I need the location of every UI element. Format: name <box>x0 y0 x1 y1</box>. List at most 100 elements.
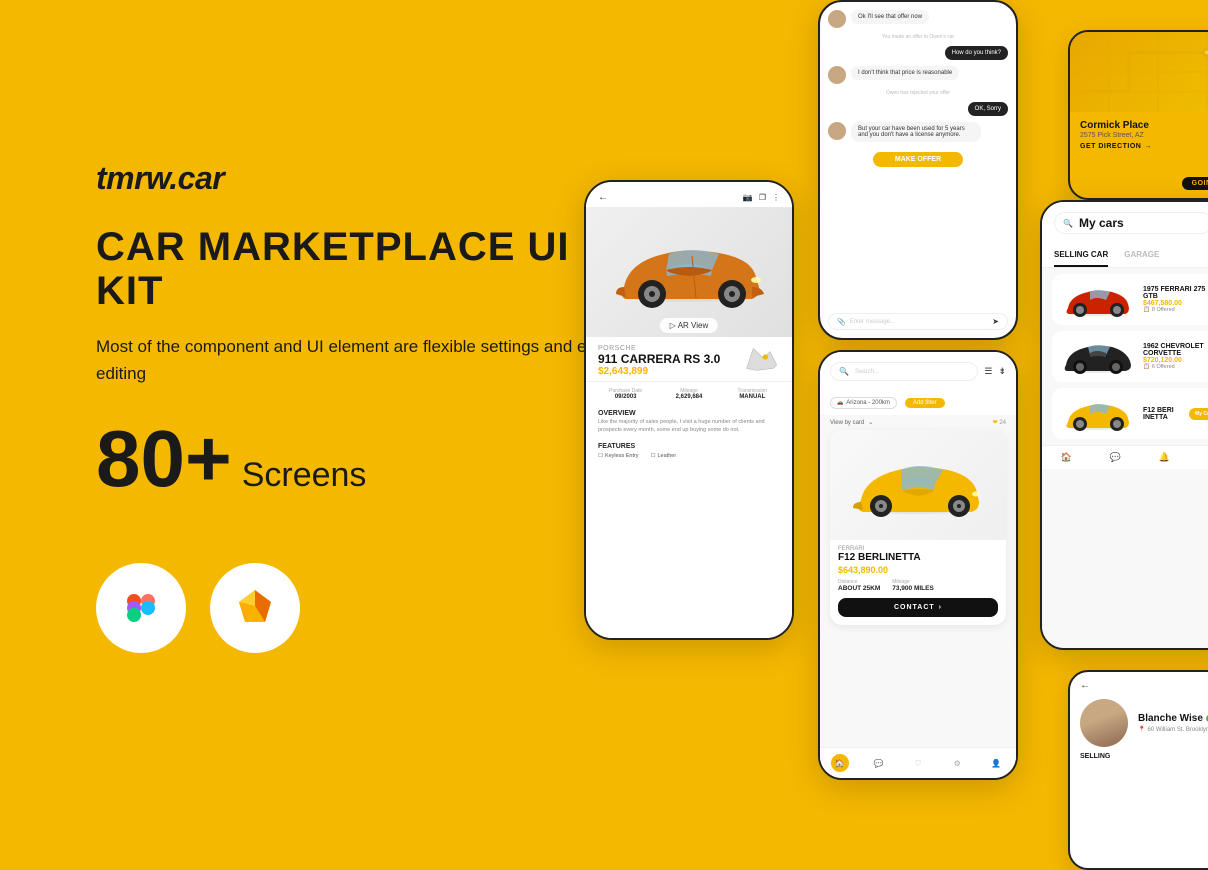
direction-info: Cormick Place 2575 Pick Street, AZ GET D… <box>1070 112 1208 158</box>
phone-my-cars: 🔍 My cars ⚙ SELLING CAR GARAGE <box>1040 200 1208 650</box>
location-filter[interactable]: 🚗 Arizona - 200km <box>830 397 897 409</box>
sketch-icon <box>233 586 277 630</box>
phone-listing: 🔍 Search... ☰ ⇟ 🚗 Arizona - 200km Add fi… <box>818 350 1018 780</box>
my-car-price-2: $720,120.00 <box>1143 357 1208 364</box>
car-overview: OVERVIEW Like the majority of sales peop… <box>586 406 792 438</box>
listing-count: ❤ 24 <box>993 419 1006 426</box>
car-listing-card[interactable]: FERRARI F12 BERLINETTA $643,890.00 Dista… <box>830 430 1006 625</box>
kit-title: CAR MARKETPLACE UI KIT <box>96 225 616 313</box>
get-direction-button[interactable]: GET DIRECTION → <box>1080 143 1208 150</box>
chat-bubble-3: But your car have been used for 5 years … <box>851 122 981 142</box>
ferrari-f12-image <box>843 450 993 520</box>
stat-mileage: Mileage 73,900 MILES <box>892 579 934 592</box>
add-filter-button[interactable]: Add filter <box>905 398 945 408</box>
car-image-area: ▷ AR View <box>586 207 792 337</box>
mycars-nav-home[interactable]: 🏠 <box>1061 452 1072 463</box>
chat-system-2: Owen has rejected your offer <box>828 90 1008 96</box>
back-arrow-icon[interactable]: ← <box>1080 680 1090 691</box>
chat-input-field[interactable]: Enter message... <box>850 319 989 325</box>
my-car-item-2[interactable]: 1962 CHEVROLET CORVETTE $720,120.00 📋 6 … <box>1052 331 1208 382</box>
car-info: PORSCHE 911 CARRERA RS 3.0 $2,643,899 <box>586 337 792 377</box>
feature-keyless: ☐Keyless Entry <box>598 453 639 459</box>
profile-avatar <box>1080 699 1128 747</box>
mycars-nav-chat[interactable]: 💬 <box>1110 452 1121 463</box>
nav-settings[interactable]: ⚙ <box>948 754 966 772</box>
chat-avatar-2 <box>828 66 846 84</box>
filter-icon[interactable]: ☰ <box>984 366 992 377</box>
ferrari-275-image <box>1060 282 1135 317</box>
listing-header: 🔍 Search... ☰ ⇟ <box>820 352 1016 391</box>
phone-chat: Ok I'll see that offer now You made an o… <box>818 0 1018 340</box>
my-car-offers-1: 📋 8 Offered <box>1143 307 1208 313</box>
profile-selling-label: SELLING <box>1070 753 1208 760</box>
mycars-title: My cars <box>1079 216 1124 230</box>
share-icon[interactable]: ⇟ <box>998 366 1006 377</box>
tool-icons <box>96 563 616 653</box>
my-car-name-1: 1975 FERRARI 275 GTB <box>1143 286 1208 300</box>
figma-icon <box>119 586 163 630</box>
chat-avatar-3 <box>828 122 846 140</box>
listing-filter: 🚗 Arizona - 200km Add filter <box>820 391 1016 415</box>
sketch-logo-circle <box>210 563 300 653</box>
profile-name: Blanche Wise <box>1138 713 1208 724</box>
direction-card: 2 Cormick Place 2575 Pick Street, AZ GET… <box>1068 30 1208 200</box>
nav-profile[interactable]: 👤 <box>987 754 1005 772</box>
profile-location: 📍 60 William St. Brooklyn, NY 1 <box>1138 726 1208 733</box>
nav-favorites[interactable]: ♡ <box>909 754 927 772</box>
send-icon[interactable]: ➤ <box>992 317 999 326</box>
my-car-info-2: 1962 CHEVROLET CORVETTE $720,120.00 📋 6 … <box>1143 343 1208 370</box>
my-cars-button[interactable]: My Ca... <box>1189 408 1208 420</box>
search-input[interactable]: Search... <box>855 369 879 375</box>
chat-message-received-3: But your car have been used for 5 years … <box>828 122 1008 142</box>
make-offer-button[interactable]: MAKE OFFER <box>873 152 963 167</box>
car-features: FEATURES ☐Keyless Entry ☐Leather <box>586 439 792 463</box>
settings-icon: ⚙ <box>954 759 961 768</box>
messages-icon: 💬 <box>874 759 884 768</box>
profile-content: Blanche Wise 📍 60 William St. Brooklyn, … <box>1070 699 1208 747</box>
view-by-selector[interactable]: View by card ⌄ ❤ 24 <box>820 415 1016 430</box>
chat-message-sent-2: OK, Sorry <box>828 102 1008 116</box>
corvette-image <box>1060 339 1135 374</box>
chat-bubble-sent-2: OK, Sorry <box>968 102 1008 116</box>
spec-transmission: Transmission MANUAL <box>725 388 780 400</box>
mycars-search-icon[interactable]: 🔍 <box>1063 219 1073 228</box>
feature-leather: ☐Leather <box>651 453 677 459</box>
nav-market[interactable]: 🏠 <box>831 754 849 772</box>
brand-title: tmrw.car <box>96 160 616 197</box>
contact-button[interactable]: CONTACT › <box>838 598 998 617</box>
profile-icon: 👤 <box>991 759 1001 768</box>
listing-content: 🔍 Search... ☰ ⇟ 🚗 Arizona - 200km Add fi… <box>820 352 1016 778</box>
chat-bubble-2: I don't think that price is reasonable <box>851 66 959 80</box>
location-pin-icon: 📍 <box>1138 726 1145 733</box>
profile-header: ← <box>1070 672 1208 699</box>
nav-messages[interactable]: 💬 <box>870 754 888 772</box>
chat-input-area[interactable]: 📎 Enter message... ➤ <box>828 313 1008 330</box>
porsche-car-image <box>604 232 774 312</box>
paperclip-icon: 📎 <box>837 318 846 326</box>
ar-view-button[interactable]: ▷ AR View <box>660 318 718 333</box>
my-car-info-1: 1975 FERRARI 275 GTB $467,580.00 📋 8 Off… <box>1143 286 1208 313</box>
mycars-nav-bell[interactable]: 🔔 <box>1159 452 1170 463</box>
phone-screen-1: ← 📷 ❐ ⋮ <box>586 182 792 638</box>
my-car-name-3: F12 BERI INETTA <box>1143 407 1181 421</box>
my-car-name-2: 1962 CHEVROLET CORVETTE <box>1143 343 1208 357</box>
tab-selling-car[interactable]: SELLING CAR <box>1054 244 1108 267</box>
car-specs: Purchase Date 09/2003 Mileage 2,629,684 … <box>586 381 792 406</box>
search-icon[interactable]: 🔍 <box>839 367 849 376</box>
tab-garage[interactable]: GARAGE <box>1124 244 1159 267</box>
my-car-item-3[interactable]: F12 BERI INETTA My Ca... <box>1052 388 1208 439</box>
figma-logo-circle <box>96 563 186 653</box>
my-car-offers-2: 📋 6 Offered <box>1143 364 1208 370</box>
my-car-item-1[interactable]: 1975 FERRARI 275 GTB $467,580.00 📋 8 Off… <box>1052 274 1208 325</box>
place-address: 2575 Pick Street, AZ <box>1080 132 1208 139</box>
contact-arrow-icon: › <box>939 604 942 611</box>
kit-description: Most of the component and UI element are… <box>96 333 616 387</box>
phone-profile: ← Blanche Wise 📍 60 William St. Brooklyn… <box>1068 670 1208 870</box>
card-stats: Distance ABOUT 25KM Mileage 73,900 MILES <box>838 579 998 592</box>
car-model: 911 CARRERA RS 3.0 <box>598 352 720 366</box>
mycars-content: 🔍 My cars ⚙ SELLING CAR GARAGE <box>1042 202 1208 648</box>
market-icon: 🏠 <box>835 759 845 768</box>
chat-message-received-1: Ok I'll see that offer now <box>828 10 1008 28</box>
chat-content: Ok I'll see that offer now You made an o… <box>820 2 1016 338</box>
offer-icon: 📋 <box>1143 307 1150 313</box>
